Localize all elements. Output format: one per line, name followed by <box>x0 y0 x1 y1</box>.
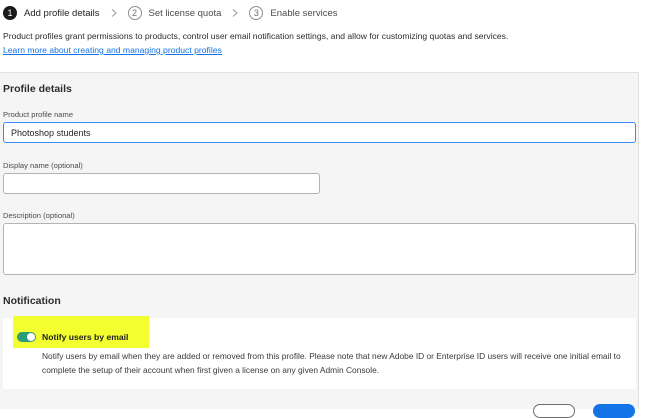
product-profile-name-label: Product profile name <box>3 110 74 119</box>
notify-email-description: Notify users by email when they are adde… <box>42 351 621 375</box>
toggle-knob <box>27 333 35 341</box>
step-number: 2 <box>127 6 142 20</box>
chevron-right-icon <box>111 9 119 17</box>
profile-details-heading: Profile details <box>3 83 72 95</box>
description-label: Description (optional) <box>3 211 75 220</box>
wizard-stepper: 1 Add profile details 2 Set license quot… <box>3 5 337 21</box>
chevron-right-icon <box>232 9 240 17</box>
step-enable-services[interactable]: 3 Enable services <box>249 6 337 20</box>
display-name-input[interactable] <box>3 173 320 194</box>
notification-heading: Notification <box>3 295 61 307</box>
step-label: Set license quota <box>148 7 222 19</box>
learn-more-link[interactable]: Learn more about creating and managing p… <box>3 45 222 55</box>
display-name-label: Display name (optional) <box>3 161 83 170</box>
description-textarea[interactable] <box>3 223 636 275</box>
notify-email-toggle-label: Notify users by email <box>42 332 129 342</box>
product-profile-name-input[interactable] <box>3 122 636 143</box>
step-label: Enable services <box>270 7 338 19</box>
step-number: 1 <box>3 6 17 20</box>
step-number: 3 <box>249 6 264 20</box>
cancel-button[interactable] <box>533 404 575 418</box>
notify-email-toggle[interactable] <box>17 332 36 342</box>
step-add-profile-details[interactable]: 1 Add profile details <box>3 6 100 20</box>
step-set-license-quota[interactable]: 2 Set license quota <box>127 6 222 20</box>
next-button[interactable] <box>593 404 635 418</box>
step-label: Add profile details <box>24 7 100 19</box>
intro-text: Product profiles grant permissions to pr… <box>3 31 509 41</box>
